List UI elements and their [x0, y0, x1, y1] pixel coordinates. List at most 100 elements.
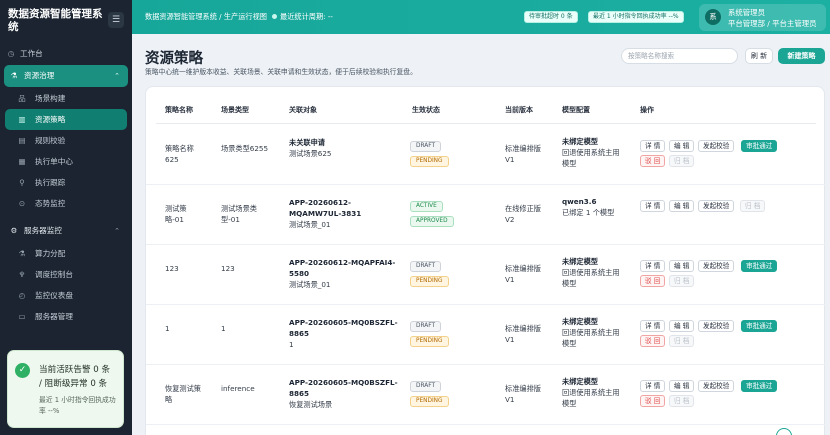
- policy-name[interactable]: 策略名称 625: [165, 143, 215, 165]
- page-description: 策略中心统一维护版本收益、关联场景、关联申请和生效状态，便于后续校验和执行复盘。: [145, 68, 417, 76]
- edit-button[interactable]: 编 辑: [669, 140, 695, 152]
- linked-object-title[interactable]: APP-20260605-MQ0BSZFL- 8865: [289, 317, 407, 339]
- policy-icon: ▥: [18, 115, 26, 124]
- sidebar-item-server[interactable]: ⚙ 服务器监控 ⌃: [4, 220, 128, 242]
- edit-button[interactable]: 编 辑: [669, 380, 695, 392]
- review-status-badge: PENDING: [410, 336, 449, 347]
- linked-object-title[interactable]: APP-20260605-MQ0BSZFL- 8865: [289, 377, 407, 399]
- column-header-scene: 场景类型: [221, 106, 249, 114]
- sidebar-item-label: 场景构建: [35, 94, 66, 103]
- detail-button[interactable]: 详 情: [640, 140, 666, 152]
- rules-icon: ▤: [18, 136, 26, 145]
- model-config-title: qwen3.6: [562, 197, 597, 206]
- table-row: 测试策 略-01 测试场景类 型-01 APP-20260612- MQAMW7UL…: [146, 185, 826, 245]
- linked-object-title[interactable]: APP-20260612- MQAMW7UL-3831: [289, 197, 407, 219]
- pending-timeout-badge[interactable]: 待审批超时 0 条: [524, 11, 578, 23]
- sidebar-item-label: 算力分配: [35, 249, 66, 258]
- policy-name[interactable]: 恢复测试策 略: [165, 383, 215, 405]
- edit-button[interactable]: 编 辑: [669, 200, 695, 212]
- scene-type: 123: [221, 264, 235, 273]
- sidebar-item-exec-center[interactable]: ▦ 执行单中心: [5, 151, 127, 172]
- dashboard-icon: ◷: [7, 49, 15, 58]
- reject-button[interactable]: 驳 回: [640, 335, 666, 347]
- column-header-actions: 操作: [640, 106, 654, 114]
- model-config-detail: 已绑定 1 个模型: [562, 208, 615, 217]
- chevron-up-icon: ⌃: [114, 227, 120, 235]
- detail-button[interactable]: 详 情: [640, 380, 666, 392]
- refresh-button[interactable]: 刷 新: [745, 48, 773, 64]
- status-badge: DRAFT: [410, 381, 441, 392]
- server-manage-icon: ▭: [18, 312, 26, 321]
- approve-button[interactable]: 审批通过: [741, 260, 778, 272]
- reject-button[interactable]: 驳 回: [640, 155, 666, 167]
- validate-button[interactable]: 发起校验: [698, 320, 735, 332]
- alert-summary-card: ✓ 当前活跃告警 0 条 / 阻断级异常 0 条 最近 1 小时指令回执成功率 …: [7, 350, 124, 428]
- current-version: 标准编排版 V1: [505, 144, 541, 164]
- sidebar-item-dashboard[interactable]: ◷ 工作台: [0, 44, 132, 64]
- linked-object-scene: 测试场景_01: [289, 220, 331, 229]
- status-dot-icon: [272, 14, 277, 19]
- archive-button[interactable]: 归 档: [669, 275, 695, 287]
- sidebar-item-schedule[interactable]: ♆ 调度控制台: [5, 264, 127, 285]
- archive-button[interactable]: 归 档: [669, 335, 695, 347]
- policy-name[interactable]: 测试策 略-01: [165, 203, 215, 225]
- sidebar-item-rules[interactable]: ▤ 规则校验: [5, 130, 127, 151]
- validate-button[interactable]: 发起校验: [698, 200, 735, 212]
- scene-type: inference: [221, 384, 255, 393]
- detail-button[interactable]: 详 情: [640, 260, 666, 272]
- validate-button[interactable]: 发起校验: [698, 380, 735, 392]
- linked-object-scene: 测试场景625: [289, 149, 332, 158]
- status-badge: DRAFT: [410, 321, 441, 332]
- brand-title: 数据资源智能管理系统: [8, 8, 103, 33]
- linked-object-scene: 测试场景_01: [289, 280, 331, 289]
- approve-button[interactable]: 审批通过: [741, 140, 778, 152]
- sidebar-item-label: 资源治理: [24, 71, 55, 80]
- validate-button[interactable]: 发起校验: [698, 260, 735, 272]
- approve-button[interactable]: 审批通过: [741, 320, 778, 332]
- column-header-status: 生效状态: [412, 106, 440, 114]
- sidebar-item-label: 工作台: [20, 49, 43, 58]
- table-row: 恢复测试策 略 inference APP-20260605-MQ0BSZFL- 8…: [146, 365, 826, 425]
- archive-button[interactable]: 归 档: [669, 395, 695, 407]
- sidebar: 数据资源智能管理系统 ☰ ◷ 工作台 ⚗ 资源治理 ⌃ 品场景构建 ▥ 资源策略 ▤ 规则校验 ▦ 执…: [0, 0, 132, 435]
- reject-button[interactable]: 驳 回: [640, 395, 666, 407]
- approve-button[interactable]: 审批通过: [741, 380, 778, 392]
- sidebar-item-label: 态势监控: [35, 199, 66, 208]
- model-config-title: 未绑定模型: [562, 317, 598, 326]
- policy-name[interactable]: 123: [165, 263, 215, 274]
- gauge-icon: ◴: [18, 291, 26, 300]
- review-status-badge: APPROVED: [410, 216, 454, 227]
- search-input[interactable]: 按策略名称搜索: [621, 48, 738, 64]
- linked-object-title[interactable]: 未关联申请: [289, 137, 407, 148]
- check-circle-icon: ✓: [15, 363, 30, 378]
- sidebar-item-scene[interactable]: 品场景构建: [5, 88, 127, 109]
- policy-name[interactable]: 1: [165, 323, 215, 334]
- menu-toggle-icon[interactable]: ☰: [108, 12, 124, 28]
- detail-button[interactable]: 详 情: [640, 200, 666, 212]
- sidebar-item-policy[interactable]: ▥ 资源策略: [5, 109, 127, 130]
- edit-button[interactable]: 编 辑: [669, 260, 695, 272]
- schedule-icon: ♆: [18, 270, 26, 279]
- linked-object-title[interactable]: APP-20260612-MQAPFAI4- 5580: [289, 257, 407, 279]
- detail-button[interactable]: 详 情: [640, 320, 666, 332]
- sidebar-item-label: 监控仪表盘: [35, 291, 73, 300]
- success-rate-badge[interactable]: 最近 1 小时指令回执成功率 --%: [588, 11, 684, 23]
- sidebar-item-gauge[interactable]: ◴ 监控仪表盘: [5, 285, 127, 306]
- sidebar-item-label: 资源策略: [35, 115, 66, 124]
- archive-button[interactable]: 归 档: [740, 200, 766, 212]
- user-menu[interactable]: 系 系统管理员 平台管理部 / 平台主管理员: [699, 4, 826, 31]
- sidebar-item-trace[interactable]: ⚲ 执行跟踪: [5, 172, 127, 193]
- status-badge: ACTIVE: [410, 201, 443, 212]
- sidebar-item-monitor[interactable]: ⊙ 态势监控: [5, 193, 127, 214]
- breadcrumb-text[interactable]: 数据资源智能管理系统 / 生产运行视图: [145, 12, 267, 21]
- column-header-object: 关联对象: [289, 106, 317, 114]
- sidebar-item-resource[interactable]: ⚗ 资源治理 ⌃: [4, 65, 128, 87]
- archive-button[interactable]: 归 档: [669, 155, 695, 167]
- sidebar-item-server-manage[interactable]: ▭ 服务器管理: [5, 306, 127, 327]
- current-version: 标准编排版 V1: [505, 384, 541, 404]
- validate-button[interactable]: 发起校验: [698, 140, 735, 152]
- reject-button[interactable]: 驳 回: [640, 275, 666, 287]
- edit-button[interactable]: 编 辑: [669, 320, 695, 332]
- sidebar-item-compute[interactable]: ⚗ 算力分配: [5, 243, 127, 264]
- new-policy-button[interactable]: 新建策略: [778, 48, 825, 64]
